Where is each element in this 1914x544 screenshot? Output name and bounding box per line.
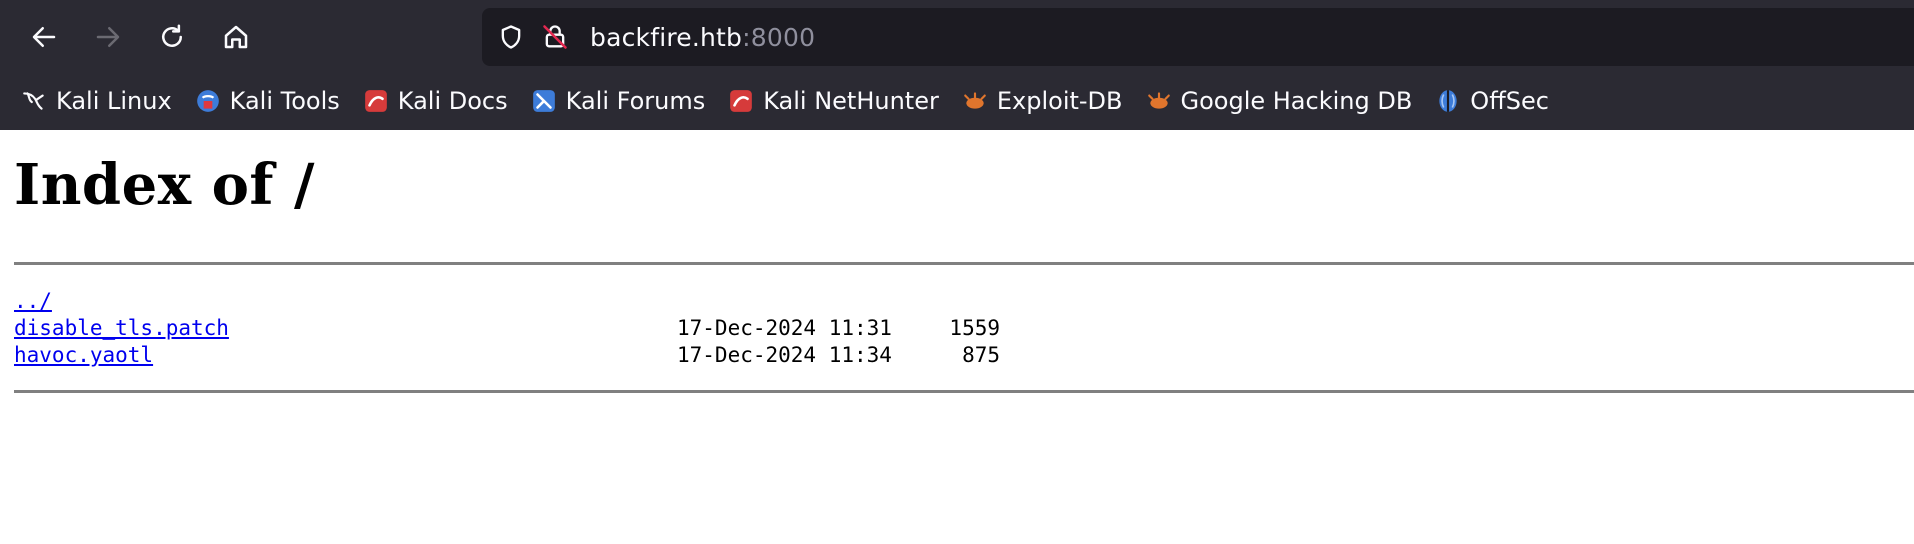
list-item: disable_tls.patch 17-Dec-2024 11:31 1559	[14, 315, 1014, 342]
file-link-havoc-yaotl[interactable]: havoc.yaotl	[14, 342, 153, 369]
offsec-icon	[1434, 87, 1462, 115]
bookmark-label: Exploit-DB	[996, 87, 1123, 115]
divider-top	[14, 262, 1914, 265]
bookmark-label: Google Hacking DB	[1180, 87, 1413, 115]
reload-icon	[162, 24, 182, 47]
kali-dragon-icon	[20, 87, 48, 115]
file-size: 875	[962, 343, 1000, 367]
ghdb-icon	[1145, 87, 1173, 115]
browser-chrome: backfire.htb:8000 Kali Linux Kali Tools …	[0, 0, 1914, 130]
kali-forums-icon	[530, 87, 558, 115]
bookmark-label: Kali Forums	[565, 87, 706, 115]
url-host: backfire.htb	[590, 22, 743, 52]
file-link-disable-tls-patch[interactable]: disable_tls.patch	[14, 315, 229, 342]
list-item: havoc.yaotl 17-Dec-2024 11:34 875	[14, 342, 1014, 369]
parent-directory-link[interactable]: ../	[14, 288, 52, 315]
forward-button[interactable]	[88, 17, 128, 57]
address-bar[interactable]: backfire.htb:8000	[482, 8, 1914, 66]
page-content: Index of / ../ disable_tls.patch 17-Dec-…	[0, 130, 1914, 544]
bookmark-label: Kali Tools	[229, 87, 340, 115]
bookmark-offsec[interactable]: OffSec	[1434, 87, 1549, 115]
divider-bottom	[14, 390, 1914, 393]
file-date: 17-Dec-2024 11:31	[677, 316, 892, 340]
kali-tools-icon	[194, 87, 222, 115]
exploit-db-icon	[961, 87, 989, 115]
bookmarks-toolbar: Kali Linux Kali Tools Kali Docs Kali For…	[0, 80, 1914, 122]
bookmark-label: OffSec	[1470, 87, 1549, 115]
file-date: 17-Dec-2024 11:34	[677, 343, 892, 367]
url-text[interactable]: backfire.htb:8000	[590, 23, 815, 52]
arrow-left-icon	[32, 27, 56, 47]
bookmark-label: Kali NetHunter	[763, 87, 939, 115]
bookmark-exploit-db[interactable]: Exploit-DB	[961, 87, 1123, 115]
bookmark-label: Kali Docs	[397, 87, 508, 115]
file-size: 1559	[949, 316, 1000, 340]
url-port: :8000	[742, 22, 816, 52]
list-item-parent: ../	[14, 288, 1014, 315]
directory-listing: ../ disable_tls.patch 17-Dec-2024 11:31 …	[14, 288, 1014, 369]
insecure-lock-icon[interactable]	[540, 22, 570, 52]
bookmark-google-hacking-db[interactable]: Google Hacking DB	[1145, 87, 1413, 115]
back-button[interactable]	[24, 17, 64, 57]
bookmark-kali-tools[interactable]: Kali Tools	[194, 87, 340, 115]
bookmark-label: Kali Linux	[56, 87, 172, 115]
kali-nethunter-icon	[727, 87, 755, 115]
bookmark-kali-forums[interactable]: Kali Forums	[530, 87, 706, 115]
bookmark-kali-linux[interactable]: Kali Linux	[20, 87, 172, 115]
navigation-toolbar: backfire.htb:8000	[0, 0, 1914, 74]
bookmark-kali-nethunter[interactable]: Kali NetHunter	[727, 87, 939, 115]
shield-icon[interactable]	[496, 22, 526, 52]
home-button[interactable]	[216, 17, 256, 57]
page-title: Index of /	[14, 152, 315, 218]
home-icon	[224, 25, 248, 49]
kali-docs-icon	[362, 87, 390, 115]
reload-button[interactable]	[152, 17, 192, 57]
arrow-right-icon	[96, 27, 120, 47]
bookmark-kali-docs[interactable]: Kali Docs	[362, 87, 508, 115]
